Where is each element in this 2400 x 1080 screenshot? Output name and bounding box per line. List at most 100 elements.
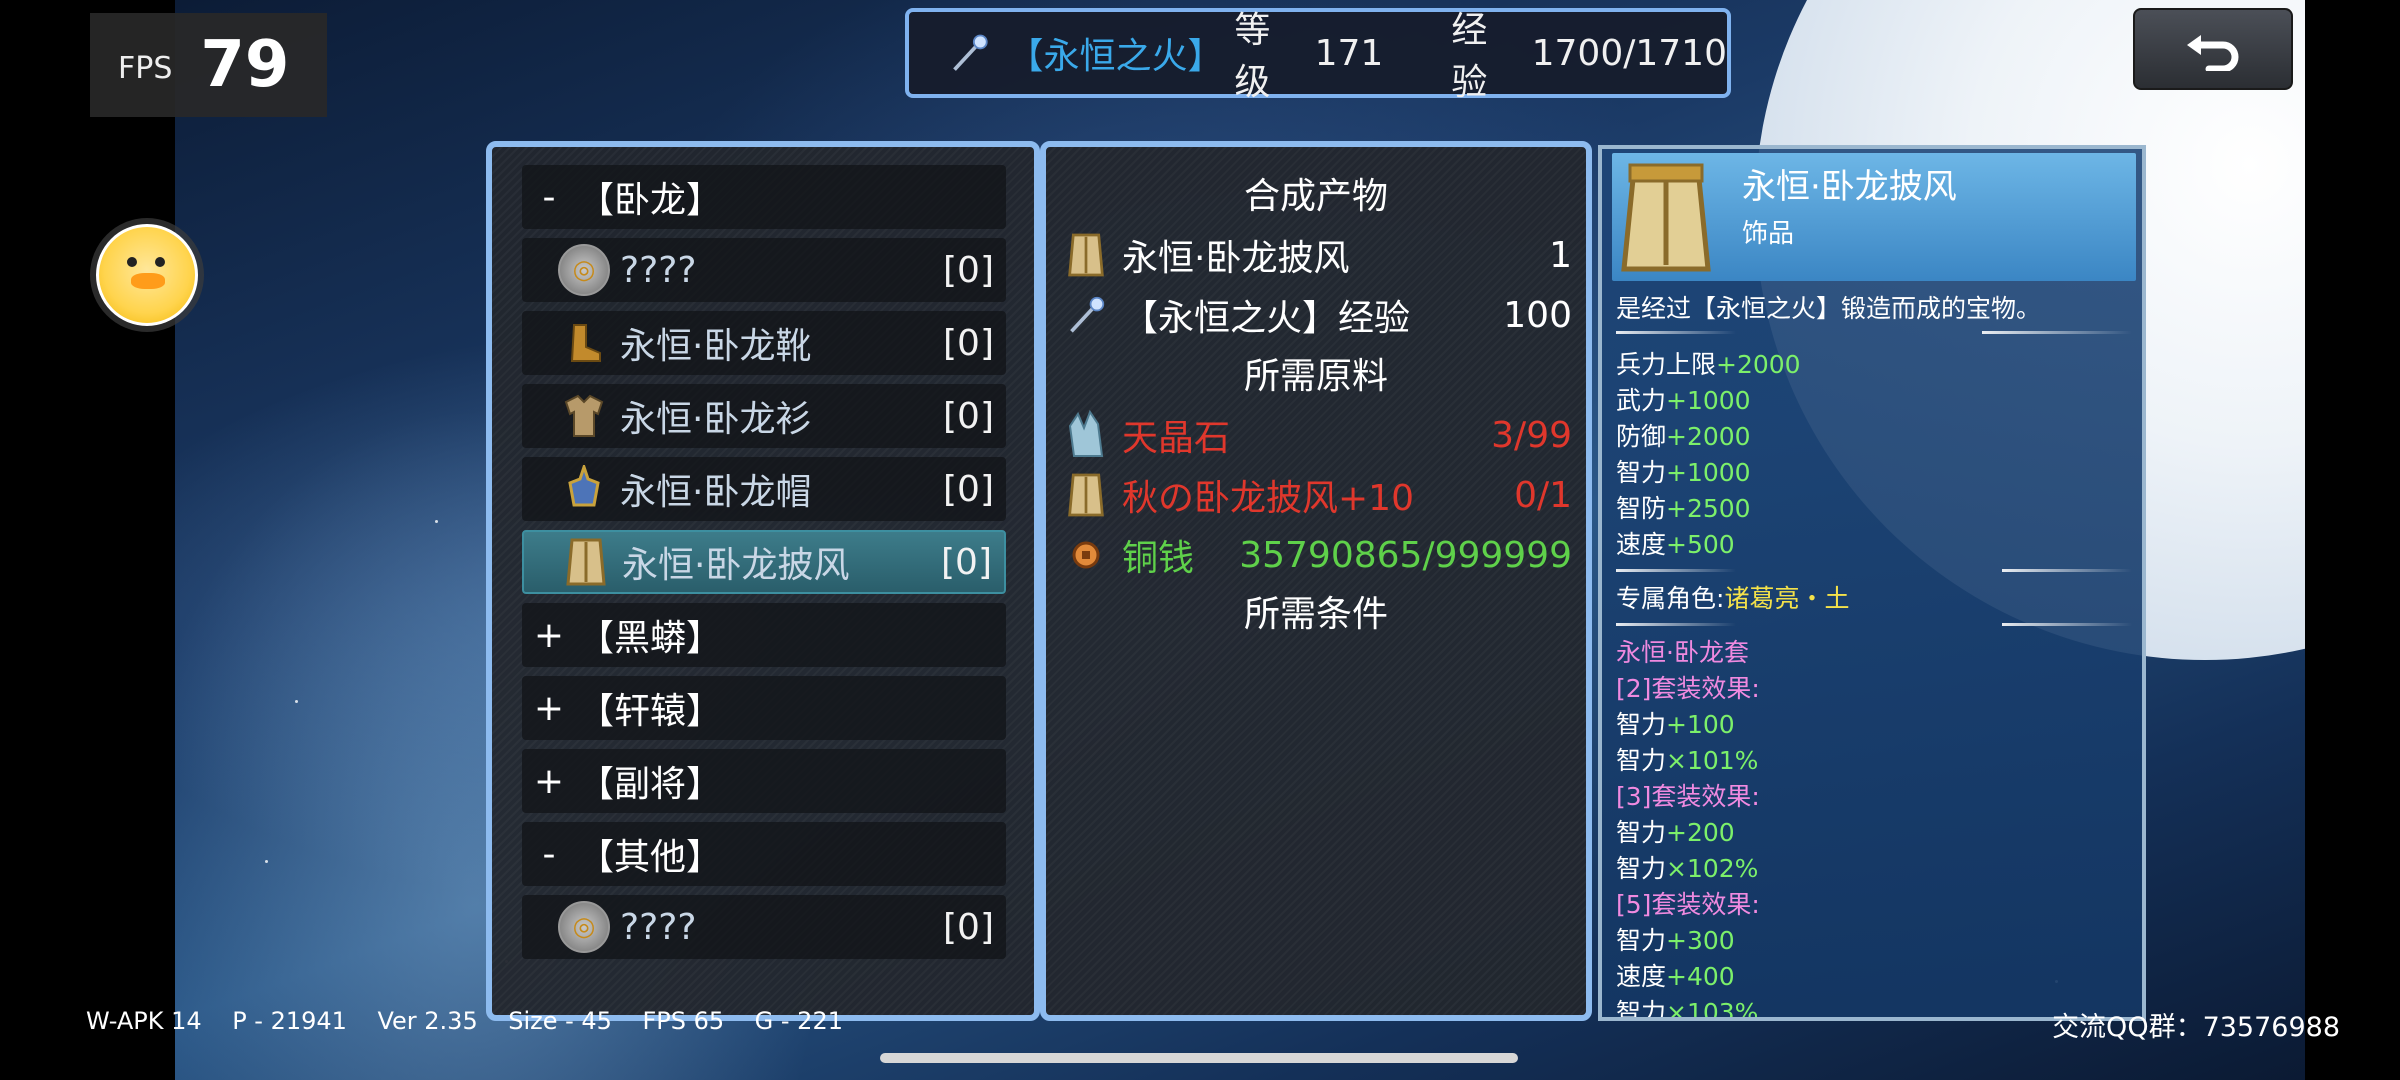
exp-reward-row: 【永恒之火】经验 100 [1062, 287, 1572, 343]
material-row[interactable]: 铜钱 35790865/999999 [1062, 527, 1572, 583]
duck-beak [131, 273, 165, 289]
stat-name: 智力 [1616, 458, 1667, 487]
stat-value: +2000 [1666, 422, 1751, 451]
stat-line: 武力+1000 [1616, 381, 1751, 417]
exp-value: 1700/1710 [1531, 32, 1727, 74]
stat-name: 防御 [1616, 422, 1667, 451]
stat-name: 智力 [1616, 710, 1667, 739]
weapon-name: 【永恒之火】 [1007, 36, 1224, 77]
item-name: 永恒·卧龙披风 [1742, 167, 1957, 207]
material-count: 0/1 [1514, 474, 1572, 516]
stat-name: 智力 [1616, 854, 1667, 883]
stat-line: 智防+2500 [1616, 489, 1751, 525]
exp-label: 经验 [1451, 10, 1488, 103]
set-effect-line: 智力+200 [1616, 813, 1735, 849]
stat-value: +400 [1666, 962, 1735, 991]
stat-name: 武力 [1616, 386, 1667, 415]
group-label: 【黑蟒】 [578, 618, 723, 659]
set-effect-line: 智力×101% [1616, 741, 1758, 777]
exclusive-role-line: 专属角色:诸葛亮・土 [1616, 579, 1849, 615]
exclusive-label: 专属角色: [1616, 584, 1725, 613]
stat-value: +300 [1666, 926, 1735, 955]
group-label: 【副将】 [578, 764, 723, 805]
material-row[interactable]: 天晶石 3/99 [1062, 407, 1572, 463]
cape-icon [1062, 229, 1110, 281]
expand-toggle: + [533, 614, 565, 656]
boots-icon [558, 317, 610, 369]
expand-toggle: + [533, 687, 565, 729]
ring-icon: ◎ [558, 901, 610, 953]
stat-name: 智力 [1616, 818, 1667, 847]
material-label: 铜钱 [1122, 538, 1195, 579]
divider [1616, 331, 1736, 334]
stat-name: 速度 [1616, 962, 1667, 991]
group-heimang[interactable]: + 【黑蟒】 [522, 603, 1006, 667]
duck-avatar-button[interactable] [96, 224, 198, 326]
material-label: 秋の卧龙披风+10 [1122, 478, 1414, 519]
qq-group-info: 交流QQ群：73576988 [2052, 1012, 2340, 1043]
helmet-icon [558, 463, 610, 515]
recipe-item-helmet[interactable]: 永恒·卧龙帽 [0] [522, 457, 1006, 521]
recipe-item-label: ???? [620, 906, 697, 948]
group-fujiang[interactable]: + 【副将】 [522, 749, 1006, 813]
recipe-item-label: 永恒·卧龙衫 [620, 399, 812, 440]
ring-icon: ◎ [558, 244, 610, 296]
stat-value: ×102% [1666, 854, 1759, 883]
group-other[interactable]: - 【其他】 [522, 822, 1006, 886]
group-label: 【其他】 [578, 837, 723, 878]
stat-value: +200 [1666, 818, 1735, 847]
divider [2002, 623, 2132, 626]
recipe-item-count: [0] [943, 468, 994, 510]
set-effect-header: [2]套装效果: [1616, 674, 1760, 703]
star [295, 700, 298, 703]
cape-icon [1621, 163, 1711, 272]
divider [1616, 623, 1736, 626]
synthesis-panel: 合成产物 永恒·卧龙披风 1 【永恒之火】经验 100 所需原料 天晶石 3/9… [1040, 141, 1592, 1021]
stat-value: +2500 [1666, 494, 1751, 523]
forge-weapon-header: 【永恒之火】 等级 171 经验 1700/1710 [905, 8, 1731, 103]
item-type: 饰品 [1742, 219, 1795, 249]
back-button[interactable] [2133, 8, 2293, 90]
level-value: 171 [1314, 32, 1384, 74]
crystal-icon [1062, 409, 1110, 461]
set-name: 永恒·卧龙套 [1616, 638, 1749, 667]
fps-label: FPS [118, 50, 173, 86]
recipe-list-panel: - 【卧龙】 ◎ ???? [0] 永恒·卧龙靴 [0] 永恒·卧龙衫 [0] [486, 141, 1040, 1021]
duck-eye [155, 257, 165, 267]
product-heading: 合成产物 [1243, 176, 1388, 217]
recipe-item-armor[interactable]: 永恒·卧龙衫 [0] [522, 384, 1006, 448]
set-effect-line: 智力+300 [1616, 921, 1735, 957]
stat-line: 防御+2000 [1616, 417, 1751, 453]
debug-status-bar: W-APK 14 P - 21941 Ver 2.35 Size - 45 FP… [86, 1007, 843, 1035]
recipe-item-unknown-ring[interactable]: ◎ ???? [0] [522, 895, 1006, 959]
stat-value: +100 [1666, 710, 1735, 739]
divider [2002, 569, 2132, 572]
stat-value: +500 [1666, 530, 1735, 559]
material-row[interactable]: 秋の卧龙披风+10 0/1 [1062, 467, 1572, 523]
expand-toggle: + [533, 760, 565, 802]
coin-icon [1062, 529, 1110, 581]
recipe-item-count: [0] [943, 249, 994, 291]
item-info-panel: 永恒·卧龙披风 饰品 是经过【永恒之火】锻造而成的宝物。 兵力上限+2000 武… [1598, 145, 2146, 1021]
group-wolong[interactable]: - 【卧龙】 [522, 165, 1006, 229]
product-row: 永恒·卧龙披风 1 [1062, 227, 1572, 283]
recipe-item-unknown-ring[interactable]: ◎ ???? [0] [522, 238, 1006, 302]
material-count: 3/99 [1491, 414, 1572, 456]
recipe-item-cape-selected[interactable]: 永恒·卧龙披风 [0] [522, 530, 1006, 594]
back-arrow-icon [2187, 35, 2239, 71]
home-indicator[interactable] [880, 1053, 1518, 1063]
group-xuanyuan[interactable]: + 【轩辕】 [522, 676, 1006, 740]
stat-name: 智力 [1616, 998, 1667, 1021]
item-description: 是经过【永恒之火】锻造而成的宝物。 [1616, 294, 2042, 323]
group-label: 【卧龙】 [578, 180, 723, 221]
product-quantity: 1 [1549, 234, 1572, 276]
recipe-item-boots[interactable]: 永恒·卧龙靴 [0] [522, 311, 1006, 375]
divider [1616, 569, 1736, 572]
recipe-item-count: [0] [943, 322, 994, 364]
wand-icon [953, 34, 988, 71]
stat-name: 智力 [1616, 746, 1667, 775]
product-label: 永恒·卧龙披风 [1122, 238, 1350, 279]
stat-line: 智力+1000 [1616, 453, 1751, 489]
recipe-item-count: [0] [943, 395, 994, 437]
level-label: 等级 [1234, 10, 1271, 103]
